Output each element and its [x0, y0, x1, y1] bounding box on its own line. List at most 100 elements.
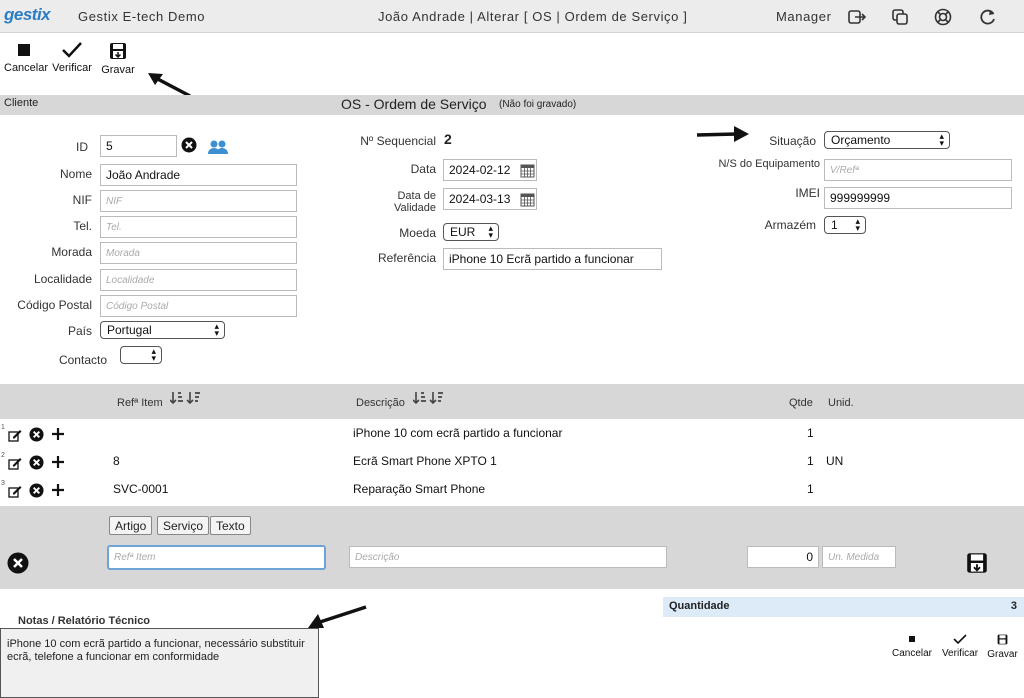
city-field[interactable]: Localidade — [100, 269, 297, 291]
country-select[interactable]: Portugal ▴ ▾ — [100, 321, 225, 339]
sequence-label: Nº Sequencial — [360, 134, 436, 148]
delete-circle-icon[interactable] — [29, 483, 44, 498]
cancel-label: Cancelar — [891, 648, 933, 659]
edit-icon[interactable] — [8, 429, 22, 442]
save-button[interactable]: Gravar — [100, 42, 136, 76]
nif-label: NIF — [72, 193, 92, 207]
serial-field[interactable]: V/Refª — [824, 159, 1012, 181]
warehouse-value: 1 — [831, 218, 838, 232]
floppy-save-icon[interactable] — [966, 552, 988, 574]
users-icon[interactable] — [207, 139, 229, 155]
client-id-field[interactable]: 5 — [100, 135, 177, 157]
description-column-header: Descrição — [356, 397, 405, 409]
user-role[interactable]: Manager — [776, 9, 832, 24]
select-arrows-icon: ▴ ▾ — [214, 321, 219, 338]
calendar-icon[interactable] — [520, 164, 535, 178]
calendar-icon[interactable] — [520, 193, 535, 207]
sort-icon[interactable] — [413, 391, 447, 405]
table-row: 2 8 Ecrã Smart Phone XPTO 1 1 UN — [0, 448, 1024, 474]
warehouse-select[interactable]: 1 ▴ ▾ — [824, 216, 866, 234]
cancel-button[interactable]: Cancelar — [4, 42, 48, 74]
row-number: 3 — [1, 480, 5, 487]
lifebuoy-icon[interactable] — [933, 7, 953, 27]
contact-select[interactable]: ▴ ▾ — [120, 346, 162, 364]
verify-label: Verificar — [52, 62, 92, 74]
notes-textarea[interactable]: iPhone 10 com ecrã partido a funcionar, … — [0, 628, 319, 698]
address-field[interactable]: Morada — [100, 242, 297, 264]
serial-label: N/S do Equipamento — [718, 158, 820, 170]
city-label: Localidade — [33, 272, 92, 286]
table-row: 1 iPhone 10 com ecrã partido a funcionar… — [0, 420, 1024, 446]
client-name-field[interactable]: João Andrade — [100, 164, 297, 186]
delete-circle-icon[interactable] — [29, 455, 44, 470]
address-label: Morada — [51, 245, 92, 259]
situation-select[interactable]: Orçamento ▴ ▾ — [824, 131, 950, 149]
country-value: Portugal — [107, 323, 152, 337]
select-arrows-icon: ▴ ▾ — [488, 223, 493, 240]
new-item-ref-field[interactable]: Refª Item — [107, 545, 326, 570]
country-label: País — [67, 324, 92, 338]
row-qty: 1 — [807, 482, 814, 496]
validity-value: 2024-03-13 — [449, 192, 511, 206]
refresh-icon[interactable] — [978, 7, 998, 27]
qty-column-header: Qtde — [789, 397, 813, 409]
select-arrows-icon: ▴ ▾ — [151, 346, 156, 363]
ref-column-header: Refª Item — [117, 397, 163, 409]
edit-icon[interactable] — [8, 457, 22, 470]
date-label: Data — [410, 162, 436, 176]
imei-label: IMEI — [795, 186, 820, 200]
unit-column-header: Unid. — [828, 397, 854, 409]
currency-value: EUR — [450, 225, 476, 239]
postal-code-label: Código Postal — [17, 298, 92, 312]
type-text-button[interactable]: Texto — [210, 516, 251, 535]
unsaved-note: (Não foi gravado) — [499, 99, 577, 110]
tel-field[interactable]: Tel. — [100, 216, 297, 238]
type-service-button[interactable]: Serviço — [157, 516, 210, 535]
edit-icon[interactable] — [8, 485, 22, 498]
new-item-panel: Artigo Serviço Texto Refª Item Descrição… — [0, 506, 1024, 589]
table-row: 3 SVC-0001 Reparação Smart Phone 1 — [0, 476, 1024, 502]
clear-circle-icon[interactable] — [181, 137, 197, 153]
page-heading: João Andrade | Alterar [ OS | Ordem de S… — [378, 9, 688, 24]
check-icon — [953, 634, 967, 644]
currency-label: Moeda — [399, 226, 436, 240]
verify-button-bottom[interactable]: Verificar — [940, 634, 980, 659]
notes-title: Notas / Relatório Técnico — [18, 615, 151, 627]
select-arrows-icon: ▴ ▾ — [939, 131, 944, 148]
nif-field[interactable]: NIF — [100, 190, 297, 212]
currency-select[interactable]: EUR ▴ ▾ — [443, 223, 499, 241]
new-item-description-field[interactable]: Descrição — [349, 546, 667, 568]
warehouse-label: Armazém — [764, 218, 816, 232]
new-item-unit-field[interactable]: Un. Medida — [822, 546, 896, 568]
add-plus-icon[interactable] — [51, 455, 65, 469]
add-plus-icon[interactable] — [51, 483, 65, 497]
add-plus-icon[interactable] — [51, 427, 65, 441]
row-number: 1 — [1, 424, 5, 431]
app-name: Gestix E-tech Demo — [78, 9, 206, 24]
check-icon — [62, 42, 82, 58]
windows-icon[interactable] — [890, 7, 910, 27]
contact-label: Contacto — [58, 353, 107, 367]
save-label: Gravar — [101, 64, 135, 76]
name-label: Nome — [59, 167, 92, 181]
sequence-value: 2 — [444, 131, 452, 147]
save-button-bottom[interactable]: Gravar — [985, 634, 1020, 660]
logout-icon[interactable] — [847, 7, 867, 27]
imei-field[interactable]: 999999999 — [824, 187, 1012, 209]
new-item-qty-field[interactable]: 0 — [747, 546, 819, 568]
form-title: OS - Ordem de Serviço — [341, 96, 487, 112]
postal-code-field[interactable]: Código Postal — [100, 295, 297, 317]
verify-button[interactable]: Verificar — [52, 42, 92, 74]
row-ref: SVC-0001 — [113, 482, 169, 496]
clear-circle-icon[interactable] — [7, 552, 29, 574]
cancel-button-bottom[interactable]: Cancelar — [890, 634, 934, 659]
reference-field[interactable]: iPhone 10 Ecrã partido a funcionar — [443, 248, 662, 270]
sort-icon[interactable] — [170, 391, 204, 405]
validity-label-line1: Data de — [397, 190, 436, 202]
floppy-save-icon — [110, 43, 126, 59]
total-qty-value: 3 — [1010, 600, 1017, 612]
stop-icon — [18, 44, 30, 56]
type-article-button[interactable]: Artigo — [109, 516, 153, 535]
gestix-logo[interactable]: gestix — [4, 5, 51, 25]
delete-circle-icon[interactable] — [29, 427, 44, 442]
